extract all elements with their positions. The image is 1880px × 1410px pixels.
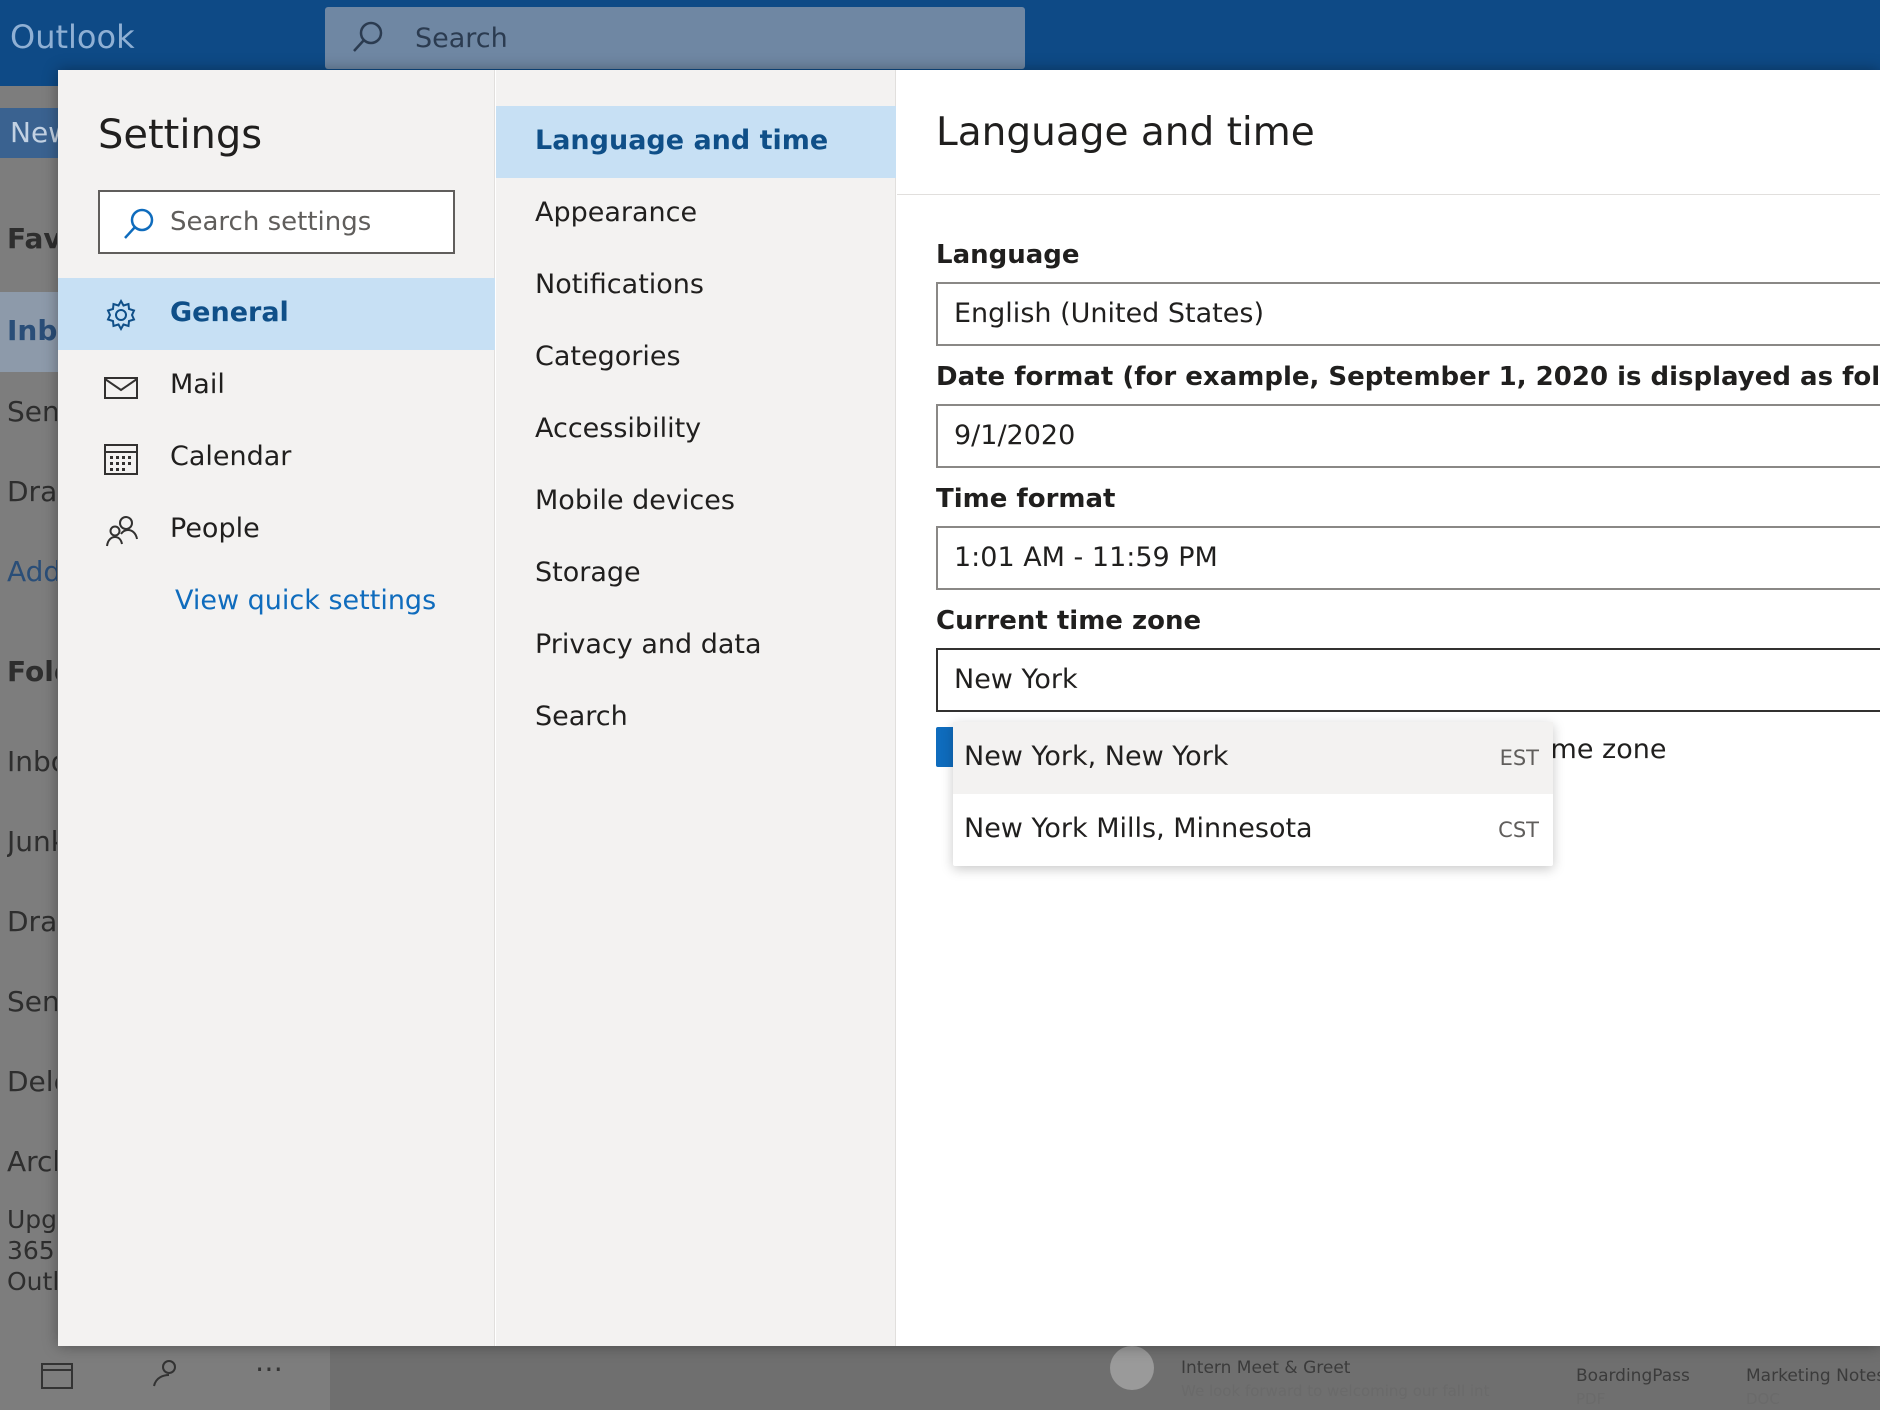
language-label: Language [936, 240, 1080, 270]
outlook-window: Outlook Search New Favorites Inbox Sent … [0, 0, 1880, 1410]
upgrade-line-3: Outl [7, 1267, 57, 1296]
nav-archive[interactable]: Archive [7, 1145, 57, 1178]
search-icon [351, 20, 385, 58]
time-zone-option-name: New York Mills, Minnesota [964, 813, 1313, 844]
nav-favorites[interactable]: Favorites [7, 222, 57, 255]
mail-search-box[interactable]: Search [325, 7, 1025, 69]
attachment-boardingpass: BoardingPass [1576, 1366, 1690, 1386]
subcategory-label: Categories [535, 341, 681, 372]
date-format-label: Date format (for example, September 1, 2… [936, 362, 1880, 392]
category-people-label: People [170, 513, 260, 544]
subcategory-mobile-devices[interactable]: Mobile devices [496, 466, 896, 538]
settings-title: Settings [98, 112, 263, 158]
category-general[interactable]: General [58, 278, 495, 350]
subcategory-appearance[interactable]: Appearance [496, 178, 896, 250]
subcategory-accessibility[interactable]: Accessibility [496, 394, 896, 466]
time-zone-suggestions: New York, New York EST New York Mills, M… [953, 722, 1553, 866]
subcategory-notifications[interactable]: Notifications [496, 250, 896, 322]
subcategory-label: Accessibility [535, 413, 702, 444]
attachment-marketing-notes-type: DOC [1746, 1390, 1780, 1408]
category-mail[interactable]: Mail [58, 350, 495, 422]
time-zone-value: New York [954, 664, 1078, 695]
calendar-icon [104, 442, 138, 476]
settings-search-input[interactable] [170, 202, 440, 242]
time-format-label: Time format [936, 484, 1116, 514]
message-preview-strip: Intern Meet & Greet We look forward to w… [330, 1346, 1880, 1410]
avatar [1110, 1346, 1154, 1390]
nav-add-favorite[interactable]: Add [7, 555, 57, 588]
subcategory-label: Mobile devices [535, 485, 735, 516]
category-calendar[interactable]: Calendar [58, 422, 495, 494]
time-format-value: 1:01 AM - 11:59 PM [954, 542, 1218, 573]
calendar-app-icon[interactable] [40, 1360, 74, 1394]
settings-subcategories-pane: Language and time Appearance Notificatio… [496, 70, 896, 1346]
mail-search-label: Search [415, 23, 508, 54]
settings-categories-pane: Settings General [58, 70, 495, 1346]
time-zone-combobox[interactable]: New York [936, 648, 1880, 712]
nav-drafts[interactable]: Drafts [7, 905, 57, 938]
subcategory-storage[interactable]: Storage [496, 538, 896, 610]
time-zone-label: Current time zone [936, 606, 1202, 636]
app-title: Outlook [10, 18, 135, 56]
subcategory-label: Appearance [535, 197, 698, 228]
time-zone-option[interactable]: New York, New York EST [953, 722, 1553, 794]
time-zone-option-abbr: CST [1498, 818, 1539, 842]
subcategory-privacy-and-data[interactable]: Privacy and data [496, 610, 896, 682]
category-general-label: General [170, 297, 289, 328]
more-apps-icon[interactable]: ⋯ [255, 1352, 283, 1385]
preview-card-subtitle: We look forward to welcoming our fall in… [1181, 1382, 1490, 1400]
mail-icon [104, 370, 138, 404]
people-icon [104, 514, 138, 548]
upgrade-line-2: 365 [7, 1236, 55, 1265]
subcategory-label: Language and time [535, 125, 829, 156]
settings-dialog: Settings General [58, 70, 1880, 1346]
nav-drafts-favorite[interactable]: Drafts [7, 475, 57, 508]
attachment-boardingpass-type: PDF [1576, 1390, 1606, 1408]
app-switcher-bar: ⋯ [0, 1342, 330, 1410]
subcategory-categories[interactable]: Categories [496, 322, 896, 394]
people-app-icon[interactable] [150, 1358, 182, 1394]
new-message-button[interactable]: New [0, 108, 71, 158]
upgrade-line-1: Upg [7, 1205, 57, 1234]
nav-inbox[interactable]: Inbox [7, 745, 57, 778]
view-quick-settings-link[interactable]: View quick settings [175, 585, 436, 616]
nav-sent[interactable]: Sent [7, 985, 57, 1018]
gear-icon [104, 298, 138, 332]
category-mail-label: Mail [170, 369, 225, 400]
nav-junk[interactable]: Junk [7, 825, 57, 858]
time-format-dropdown[interactable]: 1:01 AM - 11:59 PM [936, 526, 1880, 590]
search-icon [122, 207, 156, 245]
attachment-marketing-notes: Marketing Notes [1746, 1366, 1880, 1386]
nav-sent-favorite[interactable]: Sent [7, 395, 57, 428]
settings-search-box[interactable] [98, 190, 455, 254]
date-format-dropdown[interactable]: 9/1/2020 [936, 404, 1880, 468]
divider [897, 194, 1880, 195]
subcategory-label: Privacy and data [535, 629, 762, 660]
subcategory-label: Notifications [535, 269, 704, 300]
time-zone-option[interactable]: New York Mills, Minnesota CST [953, 794, 1553, 866]
time-zone-option-name: New York, New York [964, 741, 1229, 772]
date-format-value: 9/1/2020 [954, 420, 1076, 451]
subcategory-label: Search [535, 701, 628, 732]
time-zone-option-abbr: EST [1499, 746, 1539, 770]
subcategory-search[interactable]: Search [496, 682, 896, 754]
pane-title: Language and time [936, 110, 1315, 155]
category-calendar-label: Calendar [170, 441, 292, 472]
language-dropdown[interactable]: English (United States) [936, 282, 1880, 346]
nav-inbox-favorite[interactable]: Inbox [7, 314, 57, 347]
language-value: English (United States) [954, 298, 1264, 329]
nav-folders[interactable]: Folders [7, 655, 57, 688]
subcategory-label: Storage [535, 557, 641, 588]
nav-deleted[interactable]: Deleted [7, 1065, 57, 1098]
category-people[interactable]: People [58, 494, 495, 566]
subcategory-language-and-time[interactable]: Language and time [496, 106, 896, 178]
settings-content-pane: Language and time Language English (Unit… [897, 70, 1880, 1346]
preview-card-title: Intern Meet & Greet [1181, 1358, 1351, 1378]
